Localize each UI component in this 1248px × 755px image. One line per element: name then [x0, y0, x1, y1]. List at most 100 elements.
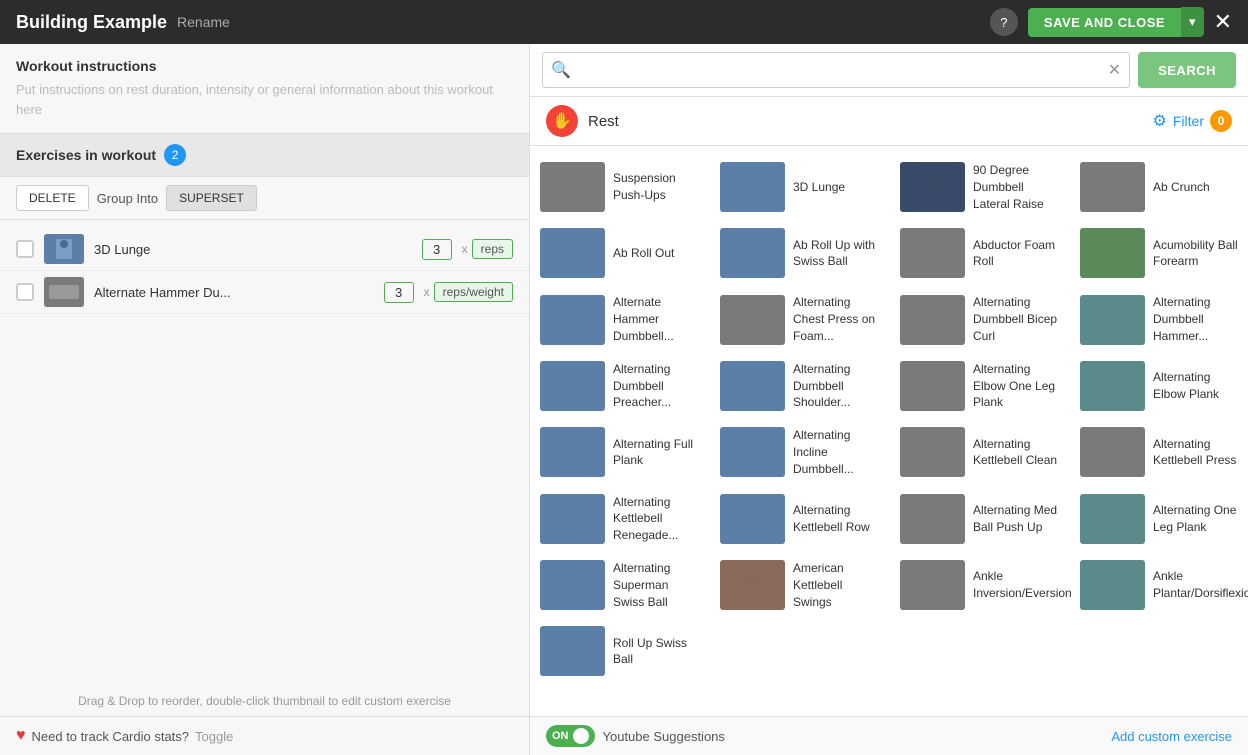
exercise-cell-thumb — [540, 494, 605, 544]
instructions-section: Workout instructions Put instructions on… — [0, 44, 529, 134]
exercise-cell[interactable]: Alternating Full Plank — [530, 419, 710, 485]
exercise-unit-2[interactable]: reps/weight — [434, 282, 513, 302]
exercise-cell-name: Alternating Kettlebell Press — [1153, 436, 1240, 470]
add-custom-exercise-link[interactable]: Add custom exercise — [1111, 729, 1232, 744]
superset-button[interactable]: SUPERSET — [166, 185, 257, 211]
exercise-cell-thumb — [900, 494, 965, 544]
toggle-knob — [573, 728, 589, 744]
exercise-cell-thumb — [720, 560, 785, 610]
exercise-x-2: x — [424, 285, 430, 299]
exercise-cell-name: Alternating Dumbbell Shoulder... — [793, 361, 880, 411]
exercise-cell-thumb — [720, 295, 785, 345]
instructions-label: Workout instructions — [16, 58, 513, 74]
exercise-cell[interactable]: Alternating Dumbbell Hammer... — [1070, 286, 1248, 352]
youtube-label: Youtube Suggestions — [603, 729, 725, 744]
rest-row[interactable]: ✋ Rest ⚙ Filter 0 — [530, 97, 1248, 146]
exercise-cell-thumb — [1080, 427, 1145, 477]
app-title: Building Example — [16, 12, 167, 33]
exercise-cell[interactable]: 3D Lunge — [710, 154, 890, 220]
exercise-cell[interactable]: Alternating Elbow Plank — [1070, 353, 1248, 419]
exercise-cell-name: Alternating Incline Dumbbell... — [793, 427, 880, 477]
exercise-cell-thumb — [540, 162, 605, 212]
exercise-cell[interactable]: Alternating Kettlebell Press — [1070, 419, 1248, 485]
exercise-row: Alternate Hammer Du... 3 x reps/weight — [0, 271, 529, 314]
drag-hint: Drag & Drop to reorder, double-click thu… — [0, 686, 529, 716]
exercise-cell[interactable]: Alternate Hammer Dumbbell... — [530, 286, 710, 352]
exercise-grid-row: Alternating Full Plank Alternating Incli… — [530, 419, 1248, 485]
toggle-link[interactable]: Toggle — [195, 729, 233, 744]
exercise-cell[interactable]: Ankle Inversion/Eversion — [890, 552, 1070, 618]
exercises-header: Exercises in workout 2 — [0, 134, 529, 177]
exercise-cell-thumb — [900, 427, 965, 477]
exercise-cell-name: Suspension Push-Ups — [613, 170, 700, 204]
exercise-grid: Suspension Push-Ups 3D Lunge 90 Degree D… — [530, 146, 1248, 716]
exercise-cell-name: Ab Roll Up with Swiss Ball — [793, 237, 880, 271]
exercise-cell[interactable]: Alternating Kettlebell Renegade... — [530, 486, 710, 552]
exercise-cell-name: Alternating Kettlebell Row — [793, 502, 880, 536]
search-input[interactable] — [577, 62, 1108, 78]
search-bar: 🔍 ✕ SEARCH — [530, 44, 1248, 97]
exercise-cell-name: Alternate Hammer Dumbbell... — [613, 294, 700, 344]
exercise-cell[interactable]: Ab Roll Out — [530, 220, 710, 286]
exercise-cell-name: Alternating Chest Press on Foam... — [793, 294, 880, 344]
exercise-cell[interactable]: Suspension Push-Ups — [530, 154, 710, 220]
exercise-cell[interactable]: Abductor Foam Roll — [890, 220, 1070, 286]
exercise-cell-name: Ankle Inversion/Eversion — [973, 568, 1072, 602]
exercise-cell[interactable]: Ab Roll Up with Swiss Ball — [710, 220, 890, 286]
exercise-cell[interactable]: Alternating Med Ball Push Up — [890, 486, 1070, 552]
exercise-cell[interactable]: Alternating Dumbbell Shoulder... — [710, 353, 890, 419]
exercise-thumb-2 — [44, 277, 84, 307]
exercise-sets-2[interactable]: 3 — [384, 282, 414, 303]
exercise-cell-thumb — [1080, 560, 1145, 610]
exercise-cell-thumb — [720, 427, 785, 477]
exercise-sets-1[interactable]: 3 — [422, 239, 452, 260]
exercise-cell-thumb — [540, 427, 605, 477]
search-clear-icon[interactable]: ✕ — [1108, 60, 1121, 80]
rename-link[interactable]: Rename — [177, 14, 230, 30]
exercise-cell-thumb — [900, 228, 965, 278]
exercise-cell[interactable]: Alternating Incline Dumbbell... — [710, 419, 890, 485]
exercise-cell[interactable]: Alternating Superman Swiss Ball — [530, 552, 710, 618]
exercise-cell[interactable]: Alternating Elbow One Leg Plank — [890, 353, 1070, 419]
exercise-grid-row: Ab Roll Out Ab Roll Up with Swiss Ball A… — [530, 220, 1248, 286]
exercises-count-badge: 2 — [164, 144, 186, 166]
exercise-thumb-1 — [44, 234, 84, 264]
exercise-cell[interactable]: 90 Degree Dumbbell Lateral Raise — [890, 154, 1070, 220]
exercise-cell[interactable]: American Kettlebell Swings — [710, 552, 890, 618]
exercise-cell[interactable]: Alternating Kettlebell Clean — [890, 419, 1070, 485]
save-close-dropdown-button[interactable]: ▾ — [1181, 7, 1204, 37]
exercises-toolbar: DELETE Group Into SUPERSET — [0, 177, 529, 220]
exercise-cell[interactable]: Acumobility Ball Forearm — [1070, 220, 1248, 286]
save-close-button[interactable]: SAVE AND CLOSE — [1028, 8, 1181, 37]
exercise-cell-name: 90 Degree Dumbbell Lateral Raise — [973, 162, 1060, 212]
exercise-cell[interactable]: Alternating One Leg Plank — [1070, 486, 1248, 552]
instructions-textarea[interactable]: Put instructions on rest duration, inten… — [16, 80, 513, 119]
help-button[interactable]: ? — [990, 8, 1018, 36]
left-panel: Workout instructions Put instructions on… — [0, 44, 530, 755]
filter-button[interactable]: ⚙ Filter 0 — [1153, 110, 1232, 132]
close-button[interactable]: ✕ — [1214, 9, 1232, 35]
exercise-checkbox-1[interactable] — [16, 240, 34, 258]
search-button[interactable]: SEARCH — [1138, 52, 1236, 88]
exercise-cell-name: Alternating Med Ball Push Up — [973, 502, 1060, 536]
exercise-checkbox-2[interactable] — [16, 283, 34, 301]
exercise-cell-name: Alternating Full Plank — [613, 436, 700, 470]
exercise-unit-1[interactable]: reps — [472, 239, 513, 259]
exercise-cell-name: Ab Crunch — [1153, 179, 1210, 196]
exercise-cell[interactable]: Roll Up Swiss Ball — [530, 618, 710, 684]
exercise-cell-name: Alternating Superman Swiss Ball — [613, 560, 700, 610]
exercise-cell[interactable]: Ankle Plantar/Dorsiflexion — [1070, 552, 1248, 618]
left-bottom-bar: ♥ Need to track Cardio stats? Toggle — [0, 716, 529, 755]
exercise-grid-row: Alternating Kettlebell Renegade... Alter… — [530, 486, 1248, 552]
exercise-cell[interactable]: Alternating Dumbbell Bicep Curl — [890, 286, 1070, 352]
youtube-toggle-switch[interactable]: ON — [546, 725, 595, 747]
exercise-cell[interactable]: Alternating Dumbbell Preacher... — [530, 353, 710, 419]
exercise-cell-thumb — [1080, 494, 1145, 544]
exercise-cell[interactable]: Ab Crunch — [1070, 154, 1248, 220]
exercise-cell[interactable]: Alternating Chest Press on Foam... — [710, 286, 890, 352]
exercise-name-1: 3D Lunge — [94, 242, 416, 257]
delete-button[interactable]: DELETE — [16, 185, 89, 211]
exercise-cell[interactable]: Alternating Kettlebell Row — [710, 486, 890, 552]
exercise-cell-thumb — [540, 560, 605, 610]
rest-label: Rest — [588, 113, 1153, 130]
